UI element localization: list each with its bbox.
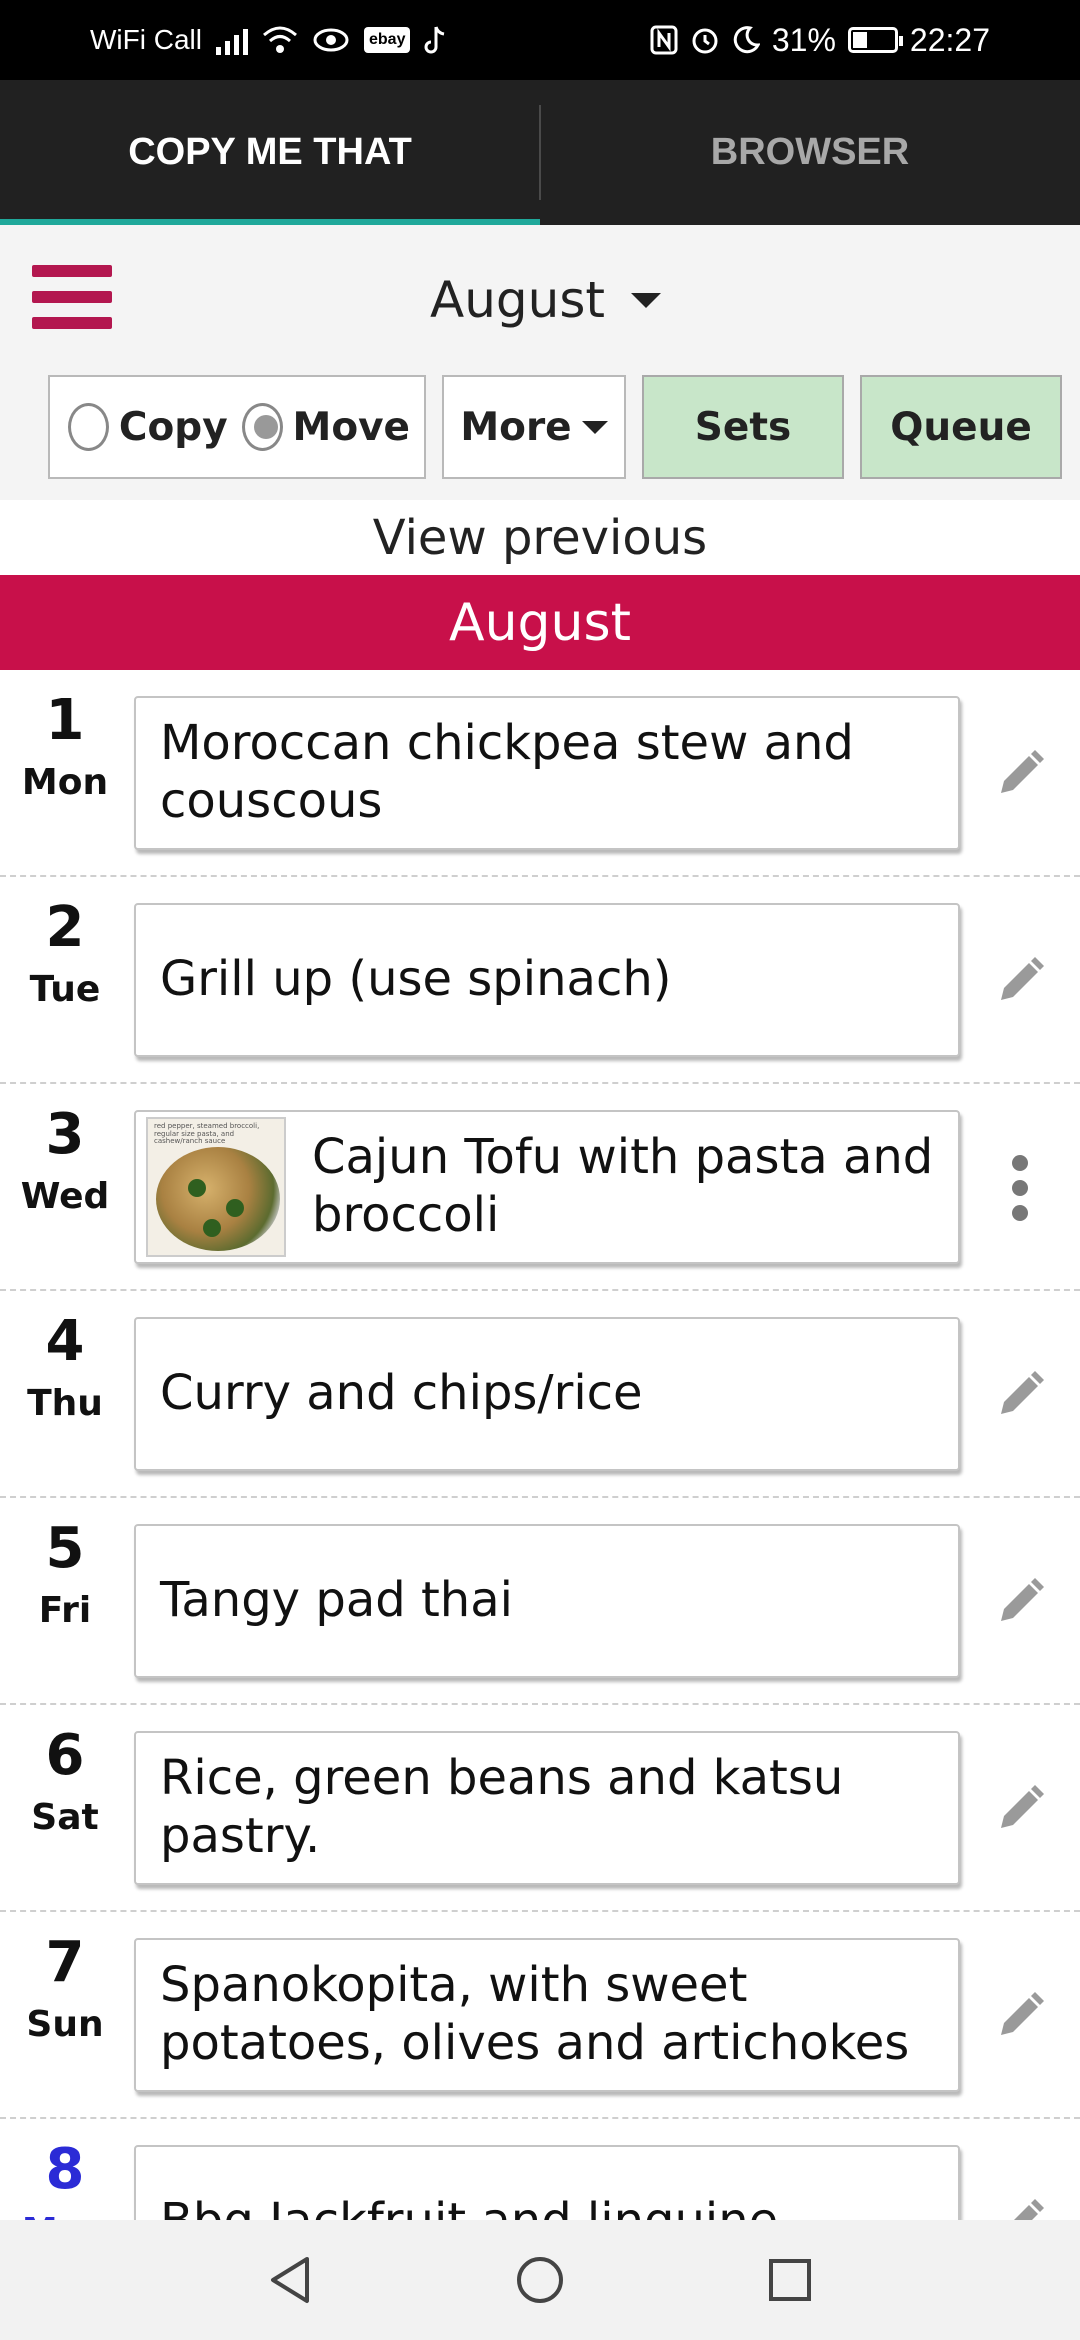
pencil-icon[interactable] <box>990 1572 1050 1632</box>
wifi-icon <box>263 26 297 53</box>
day-row: 6 Sat Rice, green beans and katsu pastry… <box>0 1705 1080 1912</box>
queue-button[interactable]: Queue <box>860 375 1062 479</box>
clock: 22:27 <box>909 21 990 58</box>
status-left: WiFi Call ebay <box>90 0 448 80</box>
day-number: 2 <box>45 895 85 960</box>
recipe-thumbnail[interactable]: red pepper, steamed broccoli, regular si… <box>146 1117 286 1257</box>
more-button[interactable]: More <box>442 375 626 479</box>
day-number: 1 <box>45 688 85 753</box>
meal-card[interactable]: Curry and chips/rice <box>134 1317 960 1471</box>
pencil-icon[interactable] <box>990 744 1050 804</box>
copy-move-toggle: Copy Move <box>48 375 426 479</box>
moon-icon <box>733 26 760 54</box>
day-row: 3 Wed red pepper, steamed broccoli, regu… <box>0 1084 1080 1291</box>
pencil-icon[interactable] <box>990 2193 1050 2220</box>
meal-card[interactable]: Bbq Jackfruit and linguine <box>134 2145 960 2220</box>
meal-title: Cajun Tofu with pasta and broccoli <box>312 1129 934 1243</box>
back-icon[interactable] <box>260 2250 320 2310</box>
month-dropdown[interactable]: August <box>430 260 661 340</box>
day-number: 6 <box>45 1723 85 1788</box>
system-nav-bar <box>0 2220 1080 2340</box>
day-name: Sat <box>31 1797 99 1838</box>
alarm-icon <box>692 28 718 54</box>
day-name: Fri <box>38 1590 92 1631</box>
more-button-label: More <box>460 404 572 450</box>
tab-browser[interactable]: BROWSER <box>540 80 1080 225</box>
home-icon[interactable] <box>510 2250 570 2310</box>
meal-card[interactable]: red pepper, steamed broccoli, regular si… <box>134 1110 960 1264</box>
day-number: 3 <box>45 1102 85 1167</box>
status-bar: WiFi Call ebay 31% 22:27 <box>0 0 1080 80</box>
planner-header: August Copy Move More Sets Queue <box>0 225 1080 502</box>
thumbnail-caption: red pepper, steamed broccoli, regular si… <box>154 1122 260 1146</box>
view-previous-link[interactable]: View previous <box>0 500 1080 575</box>
battery-percent: 31% <box>771 21 836 58</box>
sets-button[interactable]: Sets <box>642 375 844 479</box>
pencil-icon[interactable] <box>990 1365 1050 1425</box>
recent-apps-icon[interactable] <box>760 2250 820 2310</box>
pencil-icon[interactable] <box>990 951 1050 1011</box>
broccoli-dot <box>188 1179 206 1197</box>
day-number: 4 <box>45 1309 85 1374</box>
day-row: 7 Sun Spanokopita, with sweet potatoes, … <box>0 1912 1080 2119</box>
planner-toolbar: Copy Move More Sets Queue <box>48 375 1062 483</box>
broccoli-dot <box>203 1219 221 1237</box>
status-right: 31% 22:27 <box>650 0 990 80</box>
day-list: 1 Mon Moroccan chickpea stew and couscou… <box>0 670 1080 2220</box>
hamburger-menu-icon[interactable] <box>32 265 112 329</box>
pencil-icon[interactable] <box>990 1779 1050 1839</box>
meal-card[interactable]: Tangy pad thai <box>134 1524 960 1678</box>
food-bowl-image <box>156 1147 280 1251</box>
day-name: Thu <box>27 1383 103 1424</box>
day-row: 1 Mon Moroccan chickpea stew and couscou… <box>0 670 1080 877</box>
day-name: Sun <box>26 2004 104 2045</box>
broccoli-dot <box>226 1199 244 1217</box>
day-name: Tue <box>29 969 101 1010</box>
meal-card[interactable]: Moroccan chickpea stew and couscous <box>134 696 960 850</box>
nfc-icon <box>650 25 678 55</box>
move-radio[interactable] <box>241 403 283 451</box>
day-number: 7 <box>45 1930 85 1995</box>
month-banner: August <box>0 575 1080 670</box>
tab-divider <box>539 105 541 200</box>
chevron-down-icon <box>630 292 661 308</box>
copy-radio-label[interactable]: Copy <box>119 405 228 450</box>
day-name: Mon <box>21 762 109 803</box>
day-number: 8 <box>45 2137 85 2202</box>
chevron-down-icon <box>581 420 608 434</box>
copy-radio[interactable] <box>68 403 109 451</box>
meal-card[interactable]: Grill up (use spinach) <box>134 903 960 1057</box>
tab-copy-me-that[interactable]: COPY ME THAT <box>0 80 540 225</box>
pencil-icon[interactable] <box>990 1986 1050 2046</box>
day-number: 5 <box>45 1516 85 1581</box>
day-row: 4 Thu Curry and chips/rice <box>0 1291 1080 1498</box>
meal-card[interactable]: Rice, green beans and katsu pastry. <box>134 1731 960 1885</box>
signal-icon <box>216 25 248 55</box>
day-row: 5 Fri Tangy pad thai <box>0 1498 1080 1705</box>
move-radio-label[interactable]: Move <box>293 405 410 450</box>
day-row-today: 8 Mon Bbq Jackfruit and linguine <box>0 2119 1080 2220</box>
month-dropdown-value: August <box>430 271 605 329</box>
day-name: Mon <box>0 2211 130 2220</box>
battery-icon <box>847 27 903 53</box>
meal-card[interactable]: Spanokopita, with sweet potatoes, olives… <box>134 1938 960 2092</box>
tiktok-icon <box>425 26 445 54</box>
day-row: 2 Tue Grill up (use spinach) <box>0 877 1080 1084</box>
kebab-menu-icon[interactable] <box>990 1155 1050 1221</box>
ebay-icon: ebay <box>364 27 411 53</box>
carrier-label: WiFi Call <box>90 24 202 55</box>
eye-icon <box>313 28 349 52</box>
day-name: Wed <box>20 1176 110 1217</box>
